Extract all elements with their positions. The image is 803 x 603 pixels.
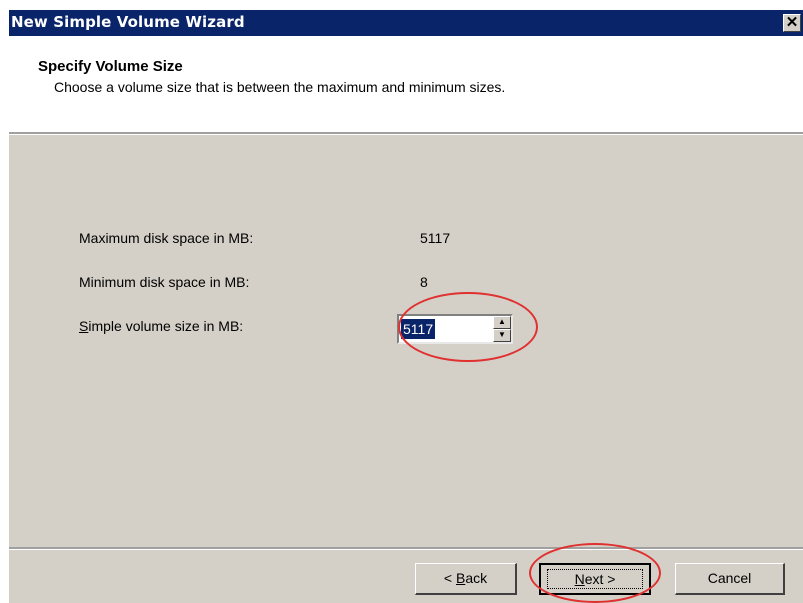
title-bar[interactable]: New Simple Volume Wizard ✕ [9, 10, 803, 36]
next-button[interactable]: Next > [539, 563, 651, 595]
wizard-header: Specify Volume Size Choose a volume size… [9, 36, 803, 132]
header-divider [9, 132, 803, 135]
close-icon: ✕ [785, 14, 799, 31]
stepper-down-button[interactable]: ▼ [493, 329, 511, 342]
page-title: Specify Volume Size [38, 58, 183, 75]
volume-size-label-accesskey: S [79, 318, 89, 334]
chevron-down-icon: ▼ [498, 330, 506, 339]
stepper-arrows: ▲ ▼ [493, 316, 511, 342]
wizard-window: New Simple Volume Wizard ✕ Specify Volum… [9, 10, 803, 603]
footer-divider [9, 547, 803, 550]
page-subtitle: Choose a volume size that is between the… [54, 79, 506, 95]
volume-size-stepper[interactable]: 5117 ▲ ▼ [397, 314, 513, 344]
stepper-up-button[interactable]: ▲ [493, 316, 511, 329]
cancel-button-label: Cancel [707, 570, 752, 586]
volume-size-input[interactable]: 5117 [401, 319, 436, 339]
back-button-label: < Back [443, 570, 488, 586]
max-space-label: Maximum disk space in MB: [79, 230, 254, 246]
volume-size-label-text: imple volume size in MB: [88, 318, 244, 334]
min-space-label: Minimum disk space in MB: [79, 274, 250, 290]
close-button[interactable]: ✕ [783, 14, 801, 32]
next-button-label: Next > [574, 571, 616, 587]
window-title: New Simple Volume Wizard [11, 13, 245, 31]
chevron-up-icon: ▲ [498, 317, 506, 326]
max-space-value: 5117 [420, 230, 451, 246]
min-space-value: 8 [420, 274, 428, 290]
cancel-button[interactable]: Cancel [675, 563, 785, 595]
back-button[interactable]: < Back [415, 563, 517, 595]
volume-size-label: Simple volume size in MB: [79, 318, 243, 334]
